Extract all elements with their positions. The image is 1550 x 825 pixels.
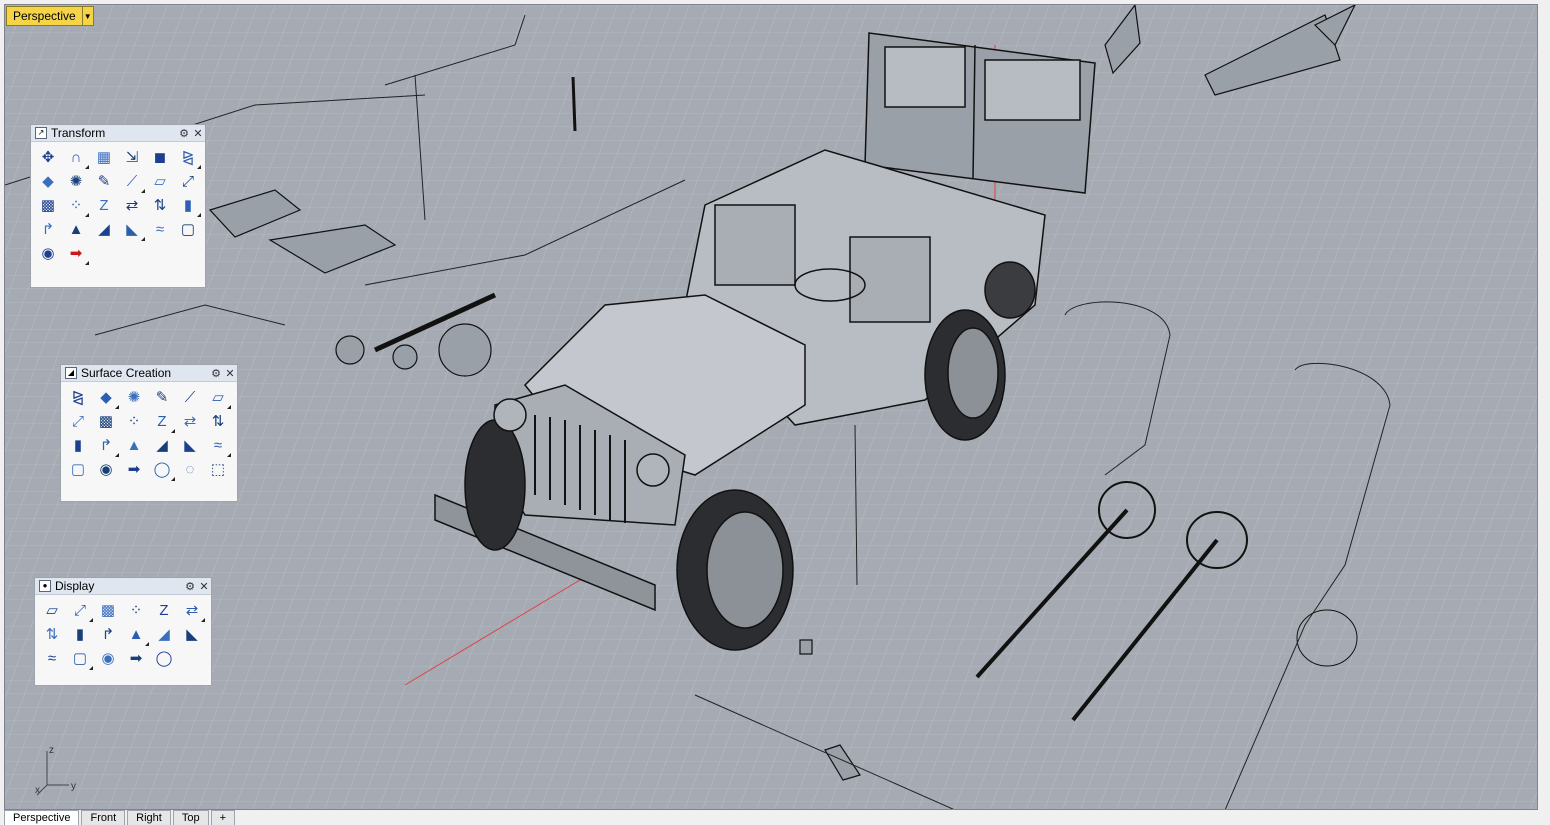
mesh-icon[interactable]: ▢ <box>69 647 93 670</box>
tab-add[interactable]: + <box>210 810 236 825</box>
gear-cluster-icon[interactable]: ✺ <box>65 170 87 192</box>
perspective-icon[interactable]: ▲ <box>125 623 149 646</box>
ghosted-icon[interactable]: ⁘ <box>125 599 147 621</box>
polar-array-icon[interactable]: ⁘ <box>65 194 89 217</box>
twist-icon[interactable]: ◢ <box>93 218 115 240</box>
curve-icon[interactable]: ◢ <box>151 434 173 456</box>
gear-icon[interactable]: ⚙ <box>209 367 223 380</box>
close-icon[interactable]: ✕ <box>223 367 237 380</box>
viewport-title-bar[interactable]: Perspective ▼ <box>6 6 94 26</box>
loft-icon[interactable]: ✺ <box>123 386 145 408</box>
flip-icon[interactable]: ⇅ <box>149 194 171 216</box>
point-grid-icon[interactable]: ⬚ <box>207 458 229 480</box>
drape-icon[interactable]: Z <box>151 410 175 433</box>
hide-icon[interactable]: ➡ <box>125 647 147 669</box>
sweep-icon[interactable]: ✎ <box>151 386 173 408</box>
toolbar-title-label: Surface Creation <box>81 366 172 380</box>
grid-array-icon[interactable]: ▩ <box>37 194 59 216</box>
close-icon[interactable]: ✕ <box>197 580 211 593</box>
tab-top[interactable]: Top <box>172 810 209 825</box>
line-icon[interactable]: ⟋ <box>121 170 145 193</box>
corner-icon[interactable]: ⤢ <box>67 410 89 432</box>
diamond-icon[interactable]: ◆ <box>37 170 59 192</box>
box-surface-icon[interactable]: ▮ <box>67 434 89 456</box>
display-toolbar-title[interactable]: ● Display ⚙ ✕ <box>35 578 211 595</box>
section-icon[interactable]: ≈ <box>41 647 63 669</box>
gear-icon[interactable]: ⚙ <box>177 127 191 140</box>
hill-icon[interactable]: ◯ <box>151 458 175 481</box>
smash-icon[interactable]: ◉ <box>37 242 59 264</box>
gear-icon[interactable]: ⚙ <box>183 580 197 593</box>
revolve-icon[interactable]: ◣ <box>179 434 201 456</box>
align-icon[interactable]: ⇄ <box>121 194 143 216</box>
funnel-icon[interactable]: ➡ <box>123 458 145 480</box>
array-icon[interactable]: ▦ <box>93 146 115 168</box>
blend-icon[interactable]: ⇄ <box>179 410 201 432</box>
screen-icon[interactable]: ◯ <box>153 647 175 669</box>
axis-y-label: y <box>71 781 76 792</box>
surface-creation-toolbar[interactable]: ◢ Surface Creation ⚙ ✕ ⧎ ◆ ✺ ✎ ⟋ ▱ ⤢ ▩ ⁘ Z ⇄ ⇅ ▮ ↱ ▲ ◢ ◣… <box>60 364 238 502</box>
tab-front[interactable]: Front <box>81 810 126 825</box>
viewport-title[interactable]: Perspective <box>7 9 82 23</box>
patch-icon[interactable]: ⧎ <box>67 386 89 408</box>
sweep2-icon[interactable]: ◉ <box>95 458 117 480</box>
mirror-icon[interactable]: ⧎ <box>177 146 201 169</box>
technical-icon[interactable]: ↱ <box>97 623 119 645</box>
network-icon[interactable]: ▱ <box>207 386 231 409</box>
sphere-icon[interactable]: ◆ <box>95 386 119 409</box>
zoom-icon[interactable]: ◉ <box>97 647 119 669</box>
close-icon[interactable]: ✕ <box>191 127 205 140</box>
toolbar-title-label: Display <box>55 579 95 593</box>
extrude-icon[interactable]: ⁘ <box>123 410 145 432</box>
material-icon[interactable]: ⇄ <box>181 599 205 622</box>
wave-icon[interactable]: ≈ <box>149 218 171 240</box>
chevron-down-icon[interactable]: ▼ <box>81 7 93 25</box>
wireframe-icon[interactable]: ▱ <box>41 599 63 621</box>
toolbar-icon: ◢ <box>65 367 77 379</box>
cone-icon[interactable]: ▲ <box>123 434 145 456</box>
move-icon[interactable]: ✥ <box>37 146 59 168</box>
box-icon[interactable]: ◼ <box>149 146 171 168</box>
taper-icon[interactable]: ▲ <box>65 218 87 240</box>
world-axis-indicator: z y x <box>35 745 85 800</box>
rail-revolve-icon[interactable]: ≈ <box>207 434 231 457</box>
transform-toolbar[interactable]: ↗ Transform ⚙ ✕ ✥ ∩ ▦ ⇲ ◼ ⧎ ◆ ✺ ✎ ⟋ ▱ ⤢ ▩ ⁘ Z ⇄ ⇅ ▮ ↱ ▲ ◢ ◣ ≈ ▢… <box>30 124 206 288</box>
red-arrow-icon[interactable]: ➡ <box>65 242 89 265</box>
rotate-arc-icon[interactable]: ∩ <box>65 146 89 169</box>
z-icon[interactable]: Z <box>93 194 115 216</box>
display-toolbar[interactable]: ● Display ⚙ ✕ ▱ ⤢ ▩ ⁘ Z ⇄ ⇅ ▮ ↱ ▲ ◢ ◣ ≈ ▢ ◉ ➡ ◯ <box>34 577 212 686</box>
loft2-icon[interactable]: ↱ <box>95 434 119 457</box>
toolbar-icon: ↗ <box>35 127 47 139</box>
axis-z-label: z <box>49 745 54 756</box>
shaded-icon[interactable]: ⤢ <box>69 599 93 622</box>
tab-right[interactable]: Right <box>127 810 171 825</box>
axis-x-label: x <box>35 785 40 796</box>
scale-icon[interactable]: ⇲ <box>121 146 143 168</box>
tab-perspective[interactable]: Perspective <box>4 810 80 825</box>
viewport-tabs[interactable]: Perspective Front Right Top + <box>4 810 237 825</box>
sun-icon[interactable]: ◢ <box>153 623 175 645</box>
iso-icon[interactable]: ▮ <box>69 623 91 645</box>
image-icon[interactable]: ◌ <box>179 458 201 480</box>
cage-icon[interactable]: ▢ <box>177 218 199 240</box>
rendered-icon[interactable]: ▩ <box>97 599 119 621</box>
toolbar-icon: ● <box>39 580 51 592</box>
toolbar-title-label: Transform <box>51 126 106 140</box>
heightfield-icon[interactable]: ⇅ <box>207 410 229 432</box>
clipping-icon[interactable]: ⇅ <box>41 623 63 645</box>
shear-icon[interactable]: ▱ <box>149 170 171 192</box>
bar-icon[interactable]: ▮ <box>177 194 201 217</box>
xray-icon[interactable]: Z <box>153 599 175 621</box>
flow-icon[interactable]: ◣ <box>121 218 145 241</box>
orient-icon[interactable]: ⤢ <box>177 170 199 192</box>
surface-toolbar-title[interactable]: ◢ Surface Creation ⚙ ✕ <box>61 365 237 382</box>
plane-icon[interactable]: ⟋ <box>179 386 201 408</box>
pen-ball-icon[interactable]: ◣ <box>181 623 203 645</box>
sweep1-icon[interactable]: ▢ <box>67 458 89 480</box>
pen-icon[interactable]: ✎ <box>93 170 115 192</box>
edge-icon[interactable]: ▩ <box>95 410 117 432</box>
bend-icon[interactable]: ↱ <box>37 218 59 240</box>
transform-toolbar-title[interactable]: ↗ Transform ⚙ ✕ <box>31 125 205 142</box>
